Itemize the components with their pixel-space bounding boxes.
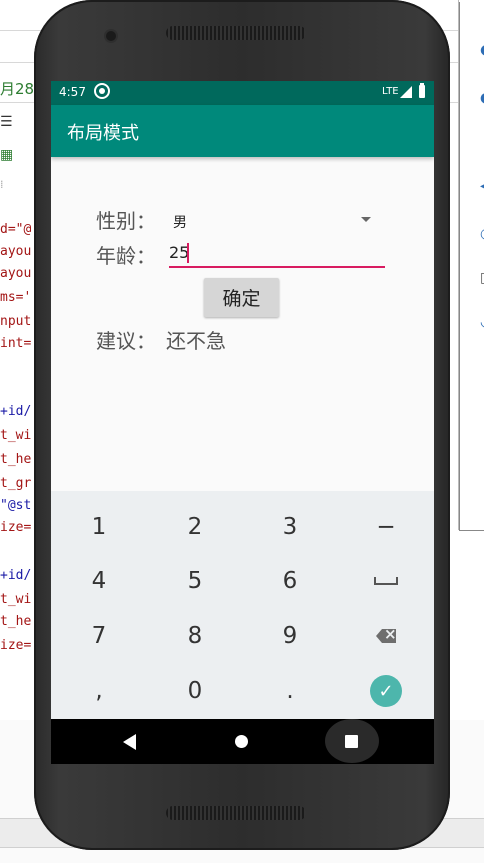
- space-icon: [374, 577, 398, 585]
- age-input[interactable]: [169, 238, 385, 268]
- code-line[interactable]: int=: [0, 336, 31, 351]
- key-7[interactable]: 7: [51, 609, 147, 663]
- code-line[interactable]: t_gr: [0, 476, 31, 491]
- key-−[interactable]: −: [338, 500, 434, 554]
- film-icon[interactable]: ▦: [0, 147, 13, 163]
- advice-label: 建议：: [96, 329, 156, 353]
- code-line[interactable]: t_wi: [0, 428, 31, 443]
- key-space[interactable]: [338, 554, 434, 608]
- toolbar-icon[interactable]: ⁞: [0, 178, 4, 191]
- checkmark-icon: ✓: [370, 675, 402, 707]
- dropdown-arrow-icon[interactable]: [361, 217, 371, 222]
- back-icon[interactable]: [123, 734, 136, 750]
- code-line[interactable]: ms=': [0, 290, 31, 305]
- code-line[interactable]: ayou: [0, 244, 31, 259]
- code-line[interactable]: nput: [0, 314, 31, 329]
- key-6[interactable]: 6: [242, 554, 338, 608]
- app-title: 布局模式: [67, 123, 139, 144]
- code-line[interactable]: "@st: [0, 498, 31, 513]
- network-type: LTE: [382, 86, 399, 97]
- bottom-speaker: [166, 806, 306, 820]
- navigation-bar: [51, 719, 434, 764]
- status-time: 4:57: [59, 85, 86, 99]
- key-4[interactable]: 4: [51, 554, 147, 608]
- age-label: 年龄：: [96, 244, 156, 268]
- advice-text: 还不急: [166, 329, 226, 353]
- key-,[interactable]: ,: [51, 664, 147, 718]
- panel-icon[interactable]: ◔: [480, 226, 484, 242]
- sync-icon: [94, 83, 110, 99]
- panel-icon[interactable]: ◂: [480, 178, 484, 194]
- key-9[interactable]: 9: [242, 609, 338, 663]
- app-bar: 布局模式: [51, 105, 434, 157]
- confirm-button[interactable]: 确定: [204, 278, 279, 317]
- device-screen: 4:57 LTE 布局模式 性别： 男 年龄： 确定 建议： 还不急 123− 4…: [51, 81, 434, 764]
- ide-date-tab[interactable]: 月28: [0, 78, 34, 99]
- code-line[interactable]: t_he: [0, 614, 31, 629]
- key-done[interactable]: ✓: [338, 664, 434, 718]
- backspace-icon: [376, 629, 396, 643]
- key-8[interactable]: 8: [147, 609, 243, 663]
- ide-right-panel: ● ◖ ◂ ◔ ▯ ◡: [459, 2, 484, 531]
- code-line[interactable]: +id/: [0, 404, 31, 419]
- signal-icon: [400, 86, 412, 98]
- earpiece-speaker: [166, 26, 306, 40]
- key-3[interactable]: 3: [242, 500, 338, 554]
- code-line[interactable]: t_wi: [0, 592, 31, 607]
- home-icon[interactable]: [235, 735, 248, 748]
- key-backspace[interactable]: [338, 609, 434, 663]
- panel-icon[interactable]: ●: [480, 42, 484, 58]
- front-camera: [106, 31, 116, 41]
- key-5[interactable]: 5: [147, 554, 243, 608]
- text-cursor: [187, 243, 189, 263]
- key-0[interactable]: 0: [147, 664, 243, 718]
- panel-icon[interactable]: ◡: [480, 314, 484, 330]
- key-2[interactable]: 2: [147, 500, 243, 554]
- gender-value[interactable]: 男: [173, 212, 187, 232]
- list-icon[interactable]: ☰: [0, 114, 13, 130]
- code-line[interactable]: ayou: [0, 266, 31, 281]
- panel-icon[interactable]: ▯: [480, 270, 484, 286]
- numeric-keyboard: 123− 456 789,0. ✓: [51, 491, 434, 719]
- code-line[interactable]: ize=: [0, 638, 31, 653]
- recents-icon[interactable]: [345, 735, 358, 748]
- panel-icon[interactable]: ◖: [480, 90, 484, 106]
- code-line[interactable]: d="@: [0, 222, 31, 237]
- code-line[interactable]: +id/: [0, 568, 31, 583]
- battery-icon: [419, 83, 425, 98]
- status-bar: 4:57 LTE: [51, 81, 434, 105]
- code-line[interactable]: t_he: [0, 452, 31, 467]
- gender-label: 性别：: [96, 209, 156, 233]
- code-line[interactable]: ize=: [0, 520, 31, 535]
- key-.[interactable]: .: [242, 664, 338, 718]
- key-1[interactable]: 1: [51, 500, 147, 554]
